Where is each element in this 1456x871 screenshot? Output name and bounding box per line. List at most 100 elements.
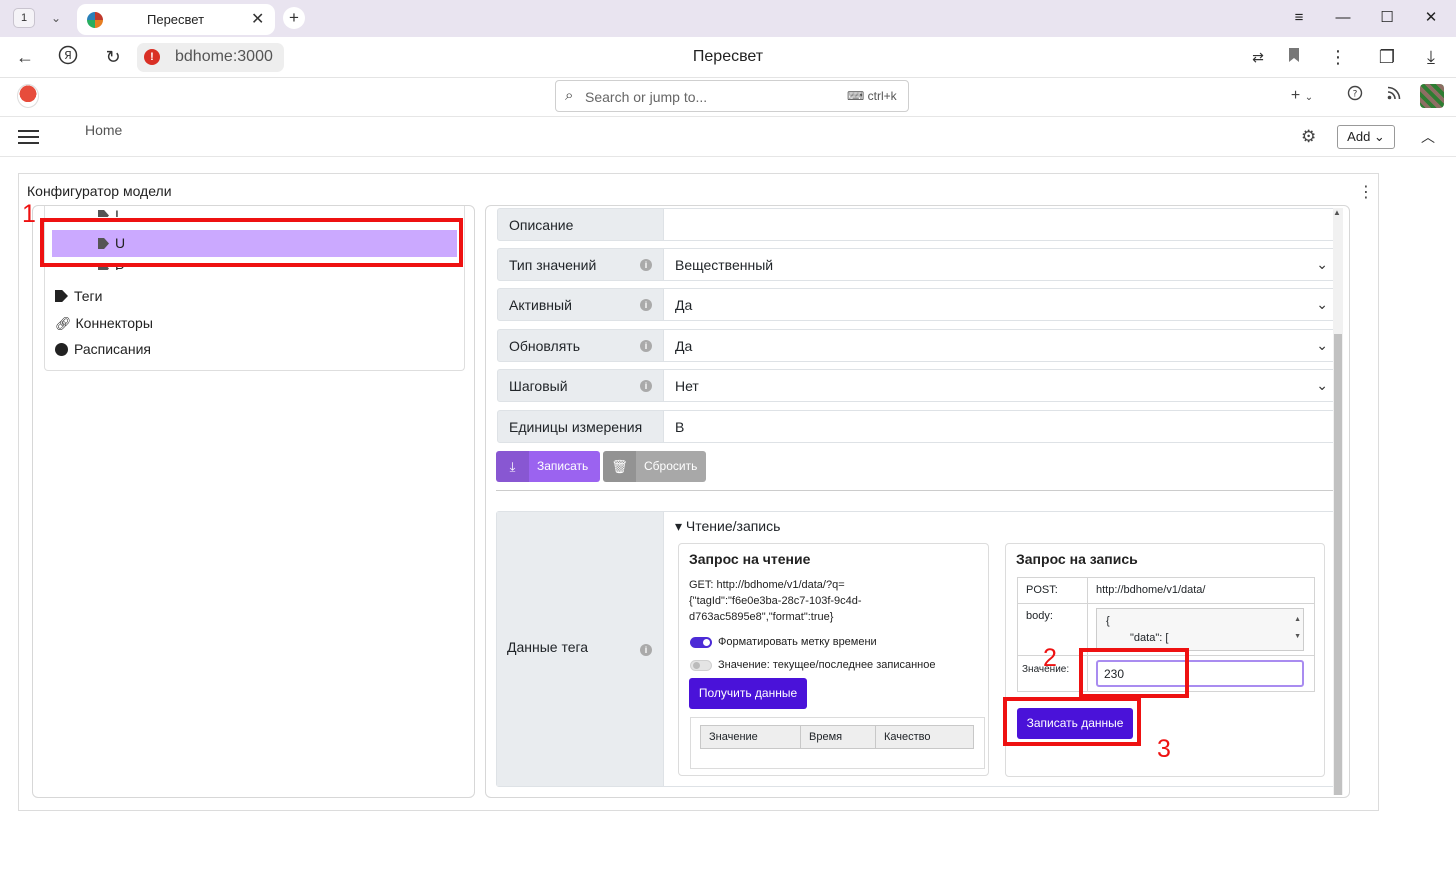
window-close-icon[interactable]: ✕ xyxy=(1419,6,1443,30)
description-input[interactable] xyxy=(664,208,1341,241)
write-request-title: Запрос на запись xyxy=(1016,551,1138,567)
breadcrumb-home[interactable]: Home xyxy=(85,122,122,138)
value-mode-toggle[interactable] xyxy=(690,660,712,671)
help-icon[interactable]: ? xyxy=(1343,85,1367,107)
annotation-box-3 xyxy=(1003,697,1141,746)
search-icon: ⌕ xyxy=(565,87,574,104)
read-result-table-wrap: Значение Время Качество xyxy=(690,717,985,769)
insecure-warning-icon[interactable]: ! xyxy=(144,49,160,65)
bookmark-icon[interactable] xyxy=(1282,45,1306,69)
download-icon[interactable]: ⤓ xyxy=(1419,45,1443,69)
add-button[interactable]: Add ⌄ xyxy=(1337,125,1395,149)
annotation-number-1: 1 xyxy=(22,200,36,228)
stepped-select[interactable]: Нет ⌄ xyxy=(664,369,1341,402)
annotation-number-3: 3 xyxy=(1157,735,1171,763)
get-line: {"tagId":"f6e0e3ba-28c7-103f-9c4d- xyxy=(689,595,862,607)
format-timestamp-label: Форматировать метку времени xyxy=(718,636,877,648)
body-textarea[interactable]: { "data": [ ▲ ▼ xyxy=(1096,608,1304,651)
collapse-chevron-up-icon[interactable]: ︿ xyxy=(1421,127,1435,147)
reload-icon[interactable]: ↻ xyxy=(101,45,125,69)
tab-counter[interactable]: 1 xyxy=(13,8,35,28)
read-result-table: Значение Время Качество xyxy=(700,725,974,749)
gear-icon[interactable]: ⚙ xyxy=(1301,127,1316,147)
tree-item-label: I xyxy=(115,207,119,217)
field-label: Описание xyxy=(497,208,664,241)
browser-tab-strip: 1 ⌄ Пересвет ✕ + ≡ — ☐ ✕ xyxy=(0,0,1456,37)
value-mode-label: Значение: текущее/последнее записанное xyxy=(718,659,936,671)
translate-icon[interactable]: ⇄ xyxy=(1246,45,1270,69)
read-write-summary[interactable]: ▾ Чтение/запись xyxy=(675,518,780,535)
shortcut-text: ctrl+k xyxy=(867,89,897,103)
field-active: Активный i Да ⌄ xyxy=(497,288,1342,321)
trash-icon: 🗑︎ xyxy=(603,451,636,482)
rss-icon[interactable] xyxy=(1382,85,1406,107)
annotation-box-1 xyxy=(40,218,463,267)
download-icon: ⤓ xyxy=(496,451,529,482)
tab-close-icon[interactable]: ✕ xyxy=(251,9,264,29)
reset-button[interactable]: 🗑︎ Сбросить xyxy=(603,451,706,482)
favicon-icon xyxy=(87,12,103,28)
search-placeholder: Search or jump to... xyxy=(585,89,708,105)
save-button[interactable]: ⤓ Записать xyxy=(496,451,600,482)
clock-icon xyxy=(55,343,68,356)
field-label-box: Активный i xyxy=(497,288,664,321)
tag-data-label-box: Данные тега i xyxy=(497,512,664,786)
format-timestamp-toggle[interactable] xyxy=(690,637,712,648)
chevron-down-icon: ⌄ xyxy=(1316,296,1328,312)
app-logo[interactable] xyxy=(17,84,39,108)
units-input[interactable]: В xyxy=(664,410,1341,443)
scrollbar-thumb[interactable] xyxy=(1334,334,1342,795)
panel-menu-icon[interactable]: ⋮ xyxy=(1358,182,1374,202)
more-vertical-icon[interactable]: ⋮ xyxy=(1326,45,1350,69)
url-field[interactable]: ! bdhome:3000 xyxy=(137,43,284,72)
info-icon[interactable]: i xyxy=(640,340,652,352)
new-plus-dropdown[interactable]: + ⌄ xyxy=(1284,85,1320,107)
address-bar: ← Я ↻ ! bdhome:3000 Пересвет ⇄ ⋮ ❐ ⤓ xyxy=(0,37,1456,78)
select-value: Нет xyxy=(675,378,699,394)
info-icon[interactable]: i xyxy=(640,644,652,656)
new-tab-plus-icon[interactable]: + xyxy=(283,7,305,29)
update-select[interactable]: Да ⌄ xyxy=(664,329,1341,362)
tag-data-label: Данные тега xyxy=(507,639,589,655)
field-label: Активный xyxy=(509,297,572,313)
browser-tab-active[interactable]: Пересвет ✕ xyxy=(77,4,275,35)
yandex-logo-icon[interactable]: Я xyxy=(56,45,80,69)
keyboard-shortcut: ⌨ ctrl+k xyxy=(847,89,897,103)
field-label-box: Шаговый i xyxy=(497,369,664,402)
collections-icon[interactable]: ❐ xyxy=(1375,45,1399,69)
tags-icon xyxy=(55,290,68,302)
tree-item-i[interactable]: I xyxy=(98,207,119,217)
search-input[interactable]: ⌕ Search or jump to... ⌨ ctrl+k xyxy=(555,80,909,112)
read-request-card: Запрос на чтение GET: http://bdhome/v1/d… xyxy=(678,543,989,776)
browser-menu-icon[interactable]: ≡ xyxy=(1287,6,1311,30)
chevron-down-icon: ⌄ xyxy=(1316,337,1328,353)
table-row: POST: http://bdhome/v1/data/ xyxy=(1017,577,1315,604)
active-select[interactable]: Да ⌄ xyxy=(664,288,1341,321)
tree-item-connectors[interactable]: 🔗︎ Коннекторы xyxy=(55,315,153,332)
model-tree-card: I U P Теги 🔗︎ Коннекторы Расписания xyxy=(32,205,475,798)
back-arrow-icon[interactable]: ← xyxy=(13,45,37,69)
scroll-arrows-icon: ▲ ▼ xyxy=(1294,616,1301,640)
scroll-up-icon[interactable]: ▲ xyxy=(1333,208,1341,217)
user-avatar[interactable] xyxy=(1420,84,1444,108)
tree-item-schedules[interactable]: Расписания xyxy=(55,341,151,357)
maximize-icon[interactable]: ☐ xyxy=(1375,6,1399,30)
fetch-data-button[interactable]: Получить данные xyxy=(689,678,807,709)
select-value: Да xyxy=(675,297,693,313)
field-label: Тип значений xyxy=(509,257,597,273)
read-request-url: GET: http://bdhome/v1/data/?q= {"tagId":… xyxy=(689,577,979,625)
info-icon[interactable]: i xyxy=(640,299,652,311)
info-icon[interactable]: i xyxy=(640,259,652,271)
svg-text:Я: Я xyxy=(64,49,72,62)
minimize-icon[interactable]: — xyxy=(1331,6,1355,30)
field-label-box: Обновлять i xyxy=(497,329,664,362)
value-type-select[interactable]: Вещественный ⌄ xyxy=(664,248,1341,281)
tab-list-chevron-icon[interactable]: ⌄ xyxy=(44,7,68,29)
info-icon[interactable]: i xyxy=(640,380,652,392)
tree-item-label: Теги xyxy=(74,288,103,304)
chevron-down-icon: ⌄ xyxy=(1316,256,1328,272)
tree-item-tags[interactable]: Теги xyxy=(55,288,102,304)
read-write-title: Чтение/запись xyxy=(685,518,781,534)
hamburger-menu-icon[interactable] xyxy=(18,130,39,144)
scrollbar[interactable]: ▲ xyxy=(1333,208,1343,795)
